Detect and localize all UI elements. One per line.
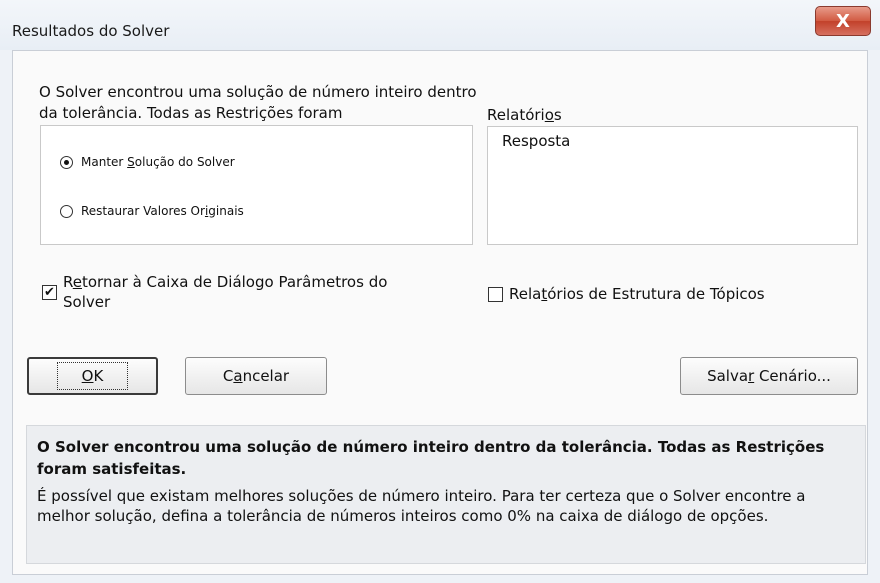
ok-button-label: OK bbox=[56, 362, 129, 390]
cancel-button-label: Cancelar bbox=[222, 367, 290, 385]
outline-reports-label: Relatórios de Estrutura de Tópicos bbox=[509, 285, 765, 303]
radio-restore-values-indicator[interactable] bbox=[60, 204, 73, 218]
radio-keep-solution-label: Manter Solução do Solver bbox=[81, 155, 235, 169]
solution-options-box bbox=[40, 125, 473, 245]
save-scenario-button[interactable]: Salvar Cenário... bbox=[680, 357, 858, 395]
reports-list[interactable]: Resposta bbox=[487, 126, 858, 245]
save-scenario-button-label: Salvar Cenário... bbox=[707, 367, 831, 385]
reports-label: Relatórios bbox=[487, 106, 562, 124]
radio-restore-values[interactable]: Restaurar Valores Originais bbox=[60, 204, 244, 218]
info-description: É possível que existam melhores soluções… bbox=[37, 487, 806, 525]
radio-restore-values-label: Restaurar Valores Originais bbox=[81, 204, 244, 218]
info-title: O Solver encontrou uma solução de número… bbox=[37, 438, 825, 478]
title-bar: Resultados do Solver X bbox=[0, 0, 880, 50]
result-message: O Solver encontrou uma solução de número… bbox=[39, 83, 477, 122]
cancel-button[interactable]: Cancelar bbox=[185, 357, 327, 395]
radio-keep-solution[interactable]: Manter Solução do Solver bbox=[60, 155, 235, 169]
close-button[interactable]: X bbox=[815, 6, 871, 36]
return-dialog-checkbox[interactable]: ✔ bbox=[42, 285, 57, 300]
ok-button[interactable]: OK bbox=[27, 357, 158, 395]
list-item[interactable]: Resposta bbox=[502, 132, 570, 150]
outline-reports-checkbox[interactable] bbox=[488, 287, 503, 302]
radio-keep-solution-indicator[interactable] bbox=[60, 155, 73, 169]
return-dialog-checkbox-row[interactable]: ✔ Retornar à Caixa de Diálogo Parâmetros… bbox=[42, 272, 387, 312]
window-title: Resultados do Solver bbox=[12, 22, 170, 40]
return-dialog-label: Retornar à Caixa de Diálogo Parâmetros d… bbox=[63, 273, 388, 311]
outline-reports-checkbox-row[interactable]: Relatórios de Estrutura de Tópicos bbox=[488, 285, 765, 303]
close-icon: X bbox=[836, 10, 850, 32]
checkmark-icon: ✔ bbox=[44, 285, 55, 300]
